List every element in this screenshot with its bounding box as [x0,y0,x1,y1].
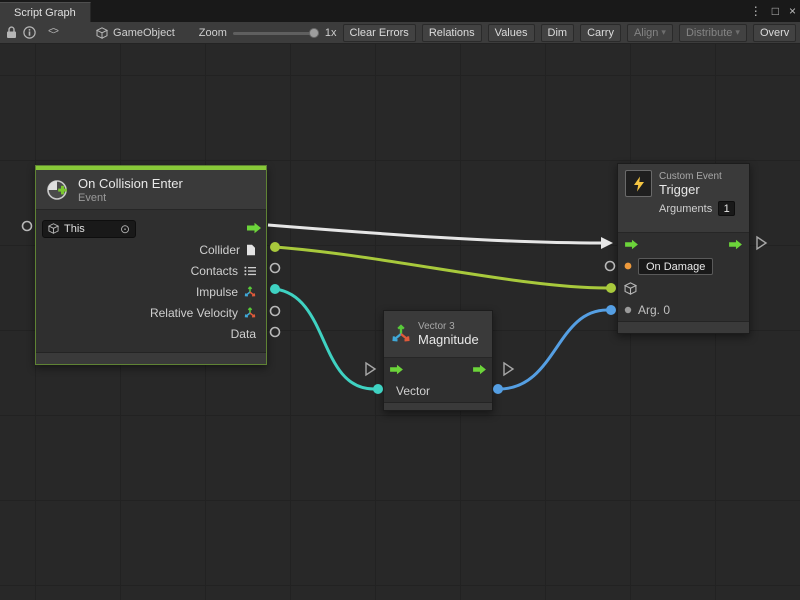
wire-magnitude-to-arg0[interactable] [499,310,607,389]
distribute-dropdown[interactable]: Distribute ▾ [679,24,747,42]
port-contacts-output[interactable] [271,264,280,273]
wire-collider-to-target[interactable] [275,247,607,288]
dim-button[interactable]: Dim [541,24,575,42]
code-icon[interactable]: <> [48,24,58,42]
tab-strip: Script Graph ⋮ □ × [0,0,800,22]
script-graph-window: Script Graph ⋮ □ × <> [0,0,800,600]
close-icon[interactable]: × [789,4,796,18]
overview-button[interactable]: Overv [753,24,796,42]
tab-script-graph[interactable]: Script Graph [0,2,91,22]
kebab-menu-icon[interactable]: ⋮ [750,4,762,18]
tab-label: Script Graph [14,7,76,19]
zoom-label: Zoom [199,27,227,39]
zoom-slider[interactable] [233,27,319,39]
graph-canvas[interactable]: On Collision Enter Event This ⊙ [0,44,800,600]
chevron-down-icon: ▾ [735,27,740,38]
zoom-slider-handle[interactable] [309,28,319,38]
flow-hint-triangle-right [504,363,513,375]
info-icon[interactable] [23,24,36,42]
clear-errors-button[interactable]: Clear Errors [343,24,416,42]
values-button[interactable]: Values [488,24,535,42]
lock-icon[interactable] [6,24,17,42]
wire-flow-arrowhead [601,237,613,249]
flow-hint-triangle-left [366,363,375,375]
port-vector-input[interactable] [373,384,383,394]
carry-button[interactable]: Carry [580,24,621,42]
gameobject-label: GameObject [113,27,175,39]
wire-flow-control[interactable] [268,225,601,243]
chevron-down-icon: ▾ [661,27,666,38]
maximize-icon[interactable]: □ [772,4,779,18]
port-target-input[interactable] [606,283,616,293]
gameobject-context[interactable]: GameObject [96,27,175,39]
port-impulse-output[interactable] [270,284,280,294]
zoom-slider-track [233,32,319,35]
relations-button[interactable]: Relations [422,24,482,42]
port-magnitude-output[interactable] [493,384,503,394]
port-relative-velocity-output[interactable] [271,307,280,316]
wire-impulse-to-vector[interactable] [275,289,374,389]
align-dropdown[interactable]: Align ▾ [627,24,673,42]
port-arg0-input[interactable] [606,305,616,315]
flow-hint-triangle-trigger-out [757,237,766,249]
port-this-input[interactable] [23,222,32,231]
port-collider-output[interactable] [270,242,280,252]
zoom-value: 1x [325,27,337,39]
port-event-name-input[interactable] [606,262,615,271]
graph-toolbar: <> GameObject Zoom 1x Clear Errors Relat… [0,22,800,44]
cube-icon [96,27,108,39]
port-data-output[interactable] [271,328,280,337]
